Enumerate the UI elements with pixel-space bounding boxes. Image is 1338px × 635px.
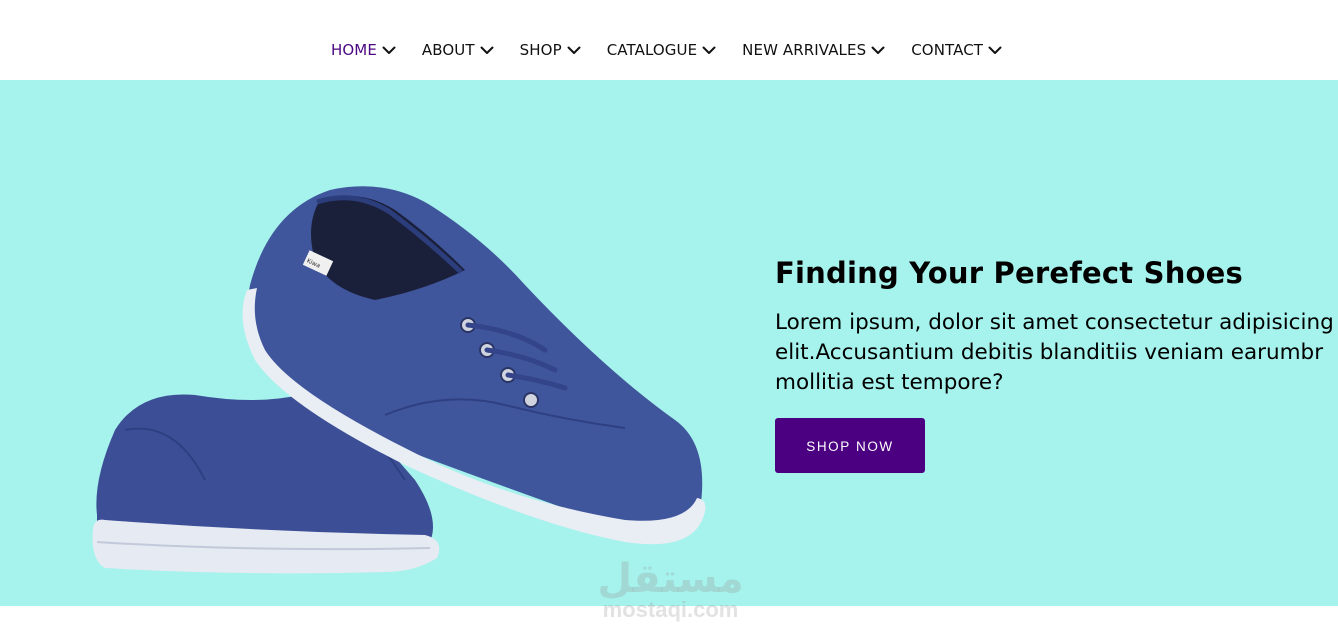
watermark-logo: مستقل mostaqi.com [588, 556, 753, 630]
nav-item-label: NEW ARRIVALES [742, 41, 867, 59]
hero-title: Finding Your Perefect Shoes [775, 256, 1244, 290]
nav-item-shop[interactable]: SHOP [520, 38, 582, 62]
chevron-down-icon [871, 46, 885, 54]
watermark-arabic: مستقل [597, 556, 744, 602]
nav-item-catalogue[interactable]: CATALOGUE [607, 38, 717, 62]
nav-item-about[interactable]: ABOUT [422, 38, 495, 62]
nav-item-contact[interactable]: CONTACT [911, 38, 1003, 62]
hero-description: Lorem ipsum, dolor sit amet consectetur … [775, 310, 1334, 395]
watermark-latin: mostaqi.com [602, 597, 739, 622]
chevron-down-icon [988, 46, 1002, 54]
shop-now-button[interactable]: SHOP NOW [775, 418, 925, 473]
nav-item-label: CATALOGUE [606, 41, 698, 59]
nav-item-label: ABOUT [421, 41, 475, 59]
nav-item-new-arrivals[interactable]: NEW ARRIVALES [742, 38, 886, 62]
top-navigation: HOME ABOUT SHOP CATALOGUE NEW ARRIVALES … [0, 0, 1338, 80]
hero-content: Finding Your Perefect Shoes Lorem ipsum,… [775, 252, 1335, 473]
nav-item-label: CONTACT [911, 41, 984, 59]
chevron-down-icon [702, 46, 716, 54]
shoe-product-image: Kiwa [92, 186, 706, 574]
chevron-down-icon [480, 46, 494, 54]
chevron-down-icon [382, 46, 396, 54]
nav-item-home[interactable]: HOME [331, 38, 397, 62]
nav-menu: HOME ABOUT SHOP CATALOGUE NEW ARRIVALES … [331, 38, 1003, 62]
nav-item-label: HOME [331, 41, 377, 59]
nav-item-label: SHOP [519, 41, 562, 59]
chevron-down-icon [567, 46, 581, 54]
hero-banner: Kiwa Finding Your Perefect Shoes Lorem i… [0, 80, 1338, 606]
